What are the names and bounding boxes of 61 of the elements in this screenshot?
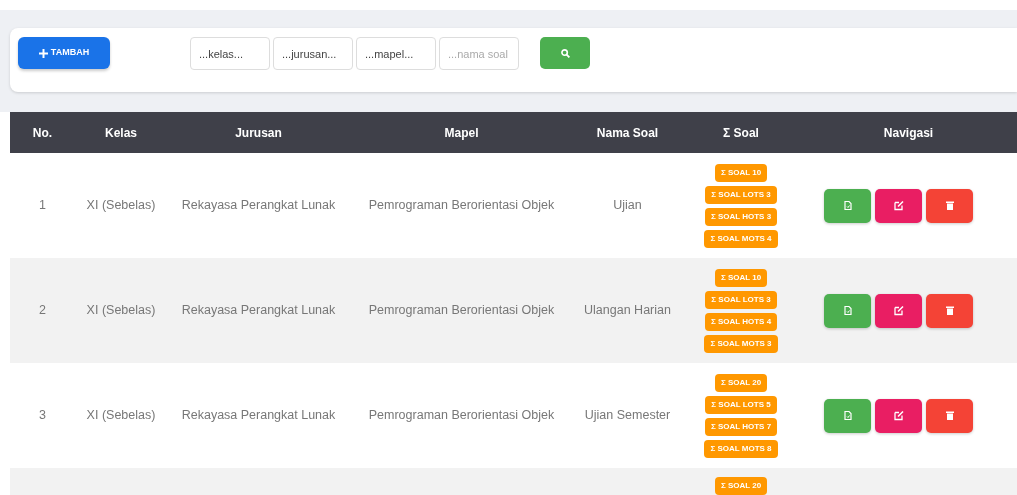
table-cell: Pemrograman Berorientasi Objek: [368, 198, 555, 213]
count-badge: Σ SOAL HOTS 3: [704, 207, 778, 226]
table-cell: Rekayasa Perangkat Lunak: [181, 303, 336, 318]
trash-icon: [944, 305, 955, 316]
count-badge: Σ SOAL 10: [714, 268, 768, 287]
table-cell: XI (Sebelas): [86, 408, 156, 423]
action-button[interactable]: [824, 293, 871, 328]
add-button[interactable]: TAMBAH: [18, 37, 110, 69]
search-button[interactable]: [540, 37, 590, 69]
count-badge: Σ SOAL 10: [714, 163, 768, 182]
table-cell: 3: [39, 408, 46, 423]
file-icon: [842, 200, 853, 211]
filter-select[interactable]: ...kelas...: [190, 37, 270, 70]
count-badge: Σ SOAL LOTS 5: [705, 395, 777, 414]
table-cell: Rekayasa Perangkat Lunak: [181, 198, 336, 213]
edit-icon: [893, 200, 904, 211]
action-button[interactable]: [875, 188, 922, 223]
column-header: Mapel: [350, 112, 573, 153]
column-header: Σ Soal: [682, 112, 800, 153]
edit-icon: [893, 410, 904, 421]
table-cell: XI (Sebelas): [86, 303, 156, 318]
action-button[interactable]: [926, 293, 973, 328]
count-badge: Σ SOAL MOTS 8: [704, 439, 778, 458]
action-button[interactable]: [926, 398, 973, 433]
table-cell: Rekayasa Perangkat Lunak: [181, 408, 336, 423]
count-badge: Σ SOAL MOTS 4: [704, 229, 778, 248]
filter-select[interactable]: ...jurusan...: [273, 37, 353, 70]
action-button[interactable]: [824, 188, 871, 223]
trash-icon: [944, 410, 955, 421]
plus-icon: [38, 48, 48, 58]
search-icon: [560, 48, 570, 58]
table-cell: Ujian: [613, 198, 642, 213]
action-button[interactable]: [926, 188, 973, 223]
table-cell: 1: [39, 198, 46, 213]
action-button[interactable]: [875, 293, 922, 328]
action-button[interactable]: [824, 398, 871, 433]
search-field[interactable]: ...nama soal: [439, 37, 519, 70]
table-cell: Ujian Semester: [584, 408, 671, 423]
count-badge: Σ SOAL 20: [714, 373, 768, 392]
column-header: Jurusan: [167, 112, 350, 153]
count-badge: Σ SOAL 20: [714, 477, 768, 495]
file-icon: [842, 410, 853, 421]
column-header: Navigasi: [800, 112, 1017, 153]
count-badge: Σ SOAL MOTS 3: [704, 334, 778, 353]
table-cell: 2: [39, 303, 46, 318]
trash-icon: [944, 200, 955, 211]
column-header: No.: [10, 112, 75, 153]
file-icon: [842, 305, 853, 316]
table-cell: XI (Sebelas): [86, 198, 156, 213]
edit-icon: [893, 305, 904, 316]
column-header: Kelas: [75, 112, 167, 153]
count-badge: Σ SOAL LOTS 3: [705, 290, 777, 309]
filter-select[interactable]: ...mapel...: [356, 37, 436, 70]
count-badge: Σ SOAL LOTS 3: [705, 185, 777, 204]
count-badge: Σ SOAL HOTS 4: [704, 312, 778, 331]
table-cell: Pemrograman Berorientasi Objek: [368, 303, 555, 318]
action-button[interactable]: [875, 398, 922, 433]
table-cell: Ulangan Harian: [584, 303, 671, 318]
column-header: Nama Soal: [573, 112, 682, 153]
count-badge: Σ SOAL HOTS 7: [704, 417, 778, 436]
table-cell: Pemrograman Berorientasi Objek: [368, 408, 555, 423]
